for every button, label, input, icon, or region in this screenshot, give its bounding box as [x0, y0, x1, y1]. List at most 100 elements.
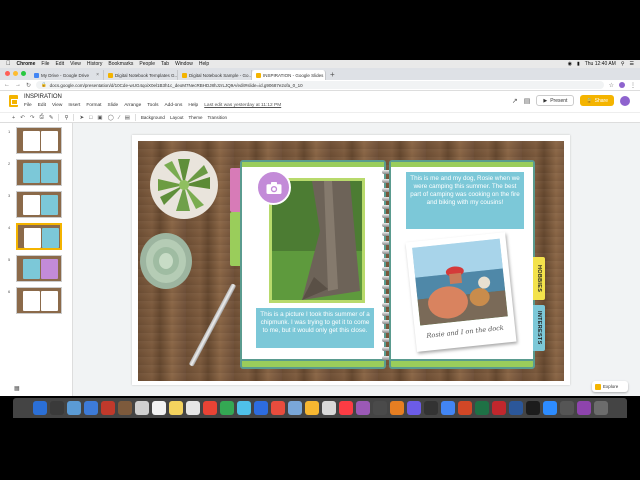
paint-format-icon[interactable]: ✎	[49, 115, 54, 121]
dock-app-icon[interactable]	[457, 401, 472, 415]
left-caption-textbox[interactable]: This is a picture I took this summer of …	[256, 308, 374, 348]
dock-app-icon[interactable]	[355, 401, 370, 415]
new-slide-icon[interactable]: +	[12, 115, 15, 121]
dock-app-icon[interactable]	[423, 401, 438, 415]
browser-tab[interactable]: Digital Notebook Sample - Go...×	[178, 70, 252, 80]
back-icon[interactable]: ←	[4, 82, 10, 88]
dock-app-icon[interactable]	[168, 401, 183, 415]
menu-insert[interactable]: Insert	[68, 103, 80, 108]
slide-thumbnail[interactable]	[16, 159, 62, 186]
interests-tab[interactable]: INTERESTS	[533, 305, 545, 351]
present-button[interactable]: ▶ Present	[536, 95, 575, 106]
dock-app-icon[interactable]	[321, 401, 336, 415]
menubar-item-window[interactable]: Window	[175, 61, 193, 67]
background-button[interactable]: Background	[141, 115, 165, 120]
comments-icon[interactable]: ▤	[524, 97, 531, 105]
dock-app-icon[interactable]	[32, 401, 47, 415]
dock-app-icon[interactable]	[406, 401, 421, 415]
layout-button[interactable]: Layout	[170, 115, 184, 120]
more-menu-icon[interactable]: ⋮	[630, 82, 636, 89]
print-icon[interactable]: ⎙	[39, 114, 43, 121]
menubar-item-bookmarks[interactable]: Bookmarks	[108, 61, 133, 67]
tab-close-icon[interactable]: ×	[96, 72, 99, 78]
dock-app-icon[interactable]	[185, 401, 200, 415]
url-input[interactable]: 🔒 docs.google.com/presentation/d/10Cde-w…	[36, 81, 604, 89]
image-icon[interactable]: ▣	[97, 115, 102, 121]
menu-addons[interactable]: Add-ons	[164, 103, 182, 108]
dock-app-icon[interactable]	[83, 401, 98, 415]
redo-icon[interactable]: ↷	[30, 115, 35, 121]
menu-icon[interactable]: ☰	[630, 61, 634, 67]
spotlight-icon[interactable]: ⚲	[621, 61, 625, 67]
share-button[interactable]: 🔒 Share	[580, 95, 614, 106]
select-icon[interactable]: ➤	[79, 115, 84, 121]
menubar-item-app[interactable]: Chrome	[17, 61, 36, 67]
dock-app-icon[interactable]	[100, 401, 115, 415]
comment-add-icon[interactable]: ▤	[125, 115, 130, 121]
grid-view-icon[interactable]: ▦	[14, 385, 20, 392]
menu-view[interactable]: View	[52, 103, 62, 108]
browser-tab[interactable]: Digital Notebook Templates G...×	[104, 70, 178, 80]
apple-icon[interactable]: 	[6, 61, 11, 67]
minimize-window-icon[interactable]	[13, 71, 18, 76]
menubar-item-people[interactable]: People	[139, 61, 155, 67]
document-title[interactable]: INSPIRATION	[24, 94, 62, 100]
slide-thumbnail[interactable]	[16, 127, 62, 154]
slide-thumbnail[interactable]	[16, 191, 62, 218]
profile-avatar[interactable]	[619, 82, 625, 88]
slide-thumbnail[interactable]	[16, 255, 62, 282]
menubar-item-tab[interactable]: Tab	[161, 61, 169, 67]
dock-app-icon[interactable]	[593, 401, 608, 415]
polaroid-photo-frame[interactable]: Rosie and I on the dock	[405, 232, 517, 352]
dock-app-icon[interactable]	[202, 401, 217, 415]
explore-button[interactable]: Explore	[592, 381, 628, 392]
dock-app-icon[interactable]	[270, 401, 285, 415]
menu-file[interactable]: File	[24, 103, 32, 108]
menubar-item-history[interactable]: History	[87, 61, 103, 67]
slides-logo-icon[interactable]	[9, 95, 18, 107]
slide-thumbnail[interactable]	[16, 287, 62, 314]
dock-app-icon[interactable]	[287, 401, 302, 415]
reload-icon[interactable]: ↻	[26, 82, 31, 89]
shape-icon[interactable]: ◯	[108, 115, 114, 121]
menubar-item-view[interactable]: View	[70, 61, 81, 67]
slide-canvas[interactable]: This is a picture I took this summer of …	[132, 135, 570, 385]
menubar-item-file[interactable]: File	[41, 61, 49, 67]
menubar-clock[interactable]: Thu 12:40 AM	[585, 61, 616, 67]
dock-app-icon[interactable]	[559, 401, 574, 415]
bookmark-star-icon[interactable]: ☆	[609, 82, 614, 89]
dock-app-icon[interactable]	[49, 401, 64, 415]
menu-help[interactable]: Help	[188, 103, 198, 108]
dock-app-icon[interactable]	[151, 401, 166, 415]
dock-app-icon[interactable]	[508, 401, 523, 415]
menu-tools[interactable]: Tools	[147, 103, 158, 108]
dock-app-icon[interactable]	[389, 401, 404, 415]
slide-thumbnail[interactable]	[16, 223, 62, 250]
menu-slide[interactable]: Slide	[108, 103, 119, 108]
dock-app-icon[interactable]	[236, 401, 251, 415]
new-tab-button[interactable]: +	[326, 70, 339, 80]
wifi-icon[interactable]: ◉	[568, 61, 572, 67]
activity-icon[interactable]: ↗	[512, 97, 518, 105]
close-window-icon[interactable]	[5, 71, 10, 76]
forward-icon[interactable]: →	[15, 82, 21, 88]
menubar-item-help[interactable]: Help	[199, 61, 209, 67]
zoom-window-icon[interactable]	[21, 71, 26, 76]
last-edit-link[interactable]: Last edit was yesterday at 11:12 PM	[204, 103, 281, 108]
zoom-icon[interactable]: ⚲	[64, 115, 68, 121]
dock-app-icon[interactable]	[134, 401, 149, 415]
right-caption-textbox[interactable]: This is me and my dog, Rosie when we wer…	[406, 172, 524, 229]
dock-app-icon[interactable]	[576, 401, 591, 415]
dock-app-icon[interactable]	[525, 401, 540, 415]
dock-app-icon[interactable]	[542, 401, 557, 415]
undo-icon[interactable]: ↶	[20, 115, 25, 121]
theme-button[interactable]: Theme	[188, 115, 202, 120]
menu-arrange[interactable]: Arrange	[124, 103, 141, 108]
textbox-icon[interactable]: □	[89, 115, 92, 121]
dock-app-icon[interactable]	[219, 401, 234, 415]
menu-format[interactable]: Format	[86, 103, 101, 108]
menubar-item-edit[interactable]: Edit	[55, 61, 64, 67]
dock-app-icon[interactable]	[66, 401, 81, 415]
dock-app-icon[interactable]	[491, 401, 506, 415]
browser-tab[interactable]: INSPIRATION - Google Slides×	[252, 70, 326, 80]
